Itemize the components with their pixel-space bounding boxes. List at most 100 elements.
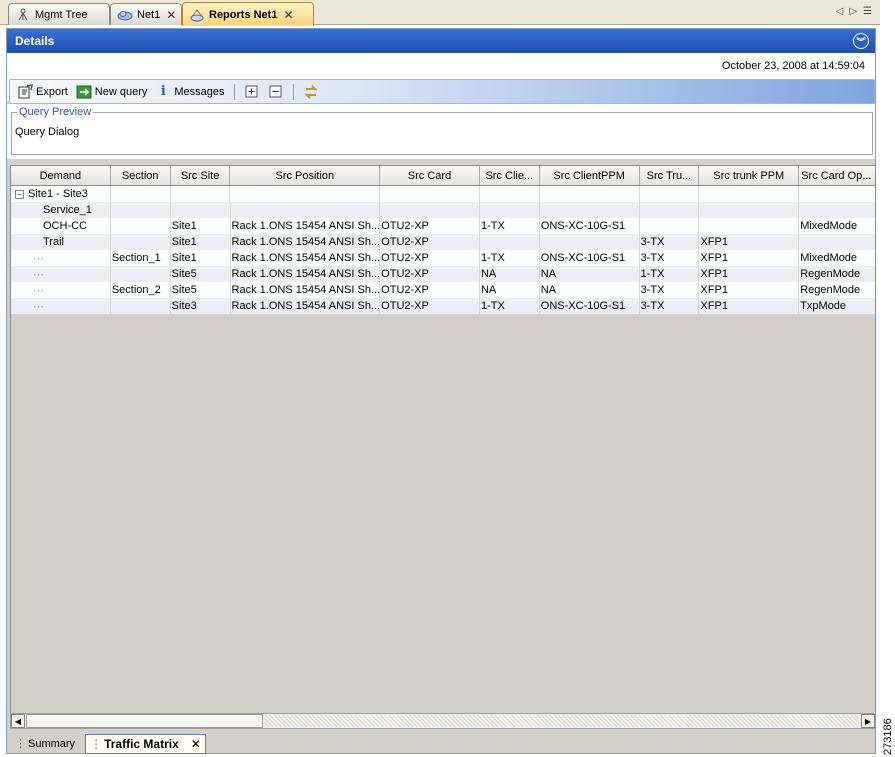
table-row[interactable]: − Site1 - Site3 (11, 186, 875, 202)
collapse-icon[interactable]: ︾ (853, 33, 869, 49)
src-card-cell: OTU2-XP (380, 282, 480, 298)
query-preview-legend: Query Preview (17, 106, 94, 118)
table-row[interactable]: ⋯ Site5 Rack 1.ONS 15454 ANSI Sh... OTU2… (11, 266, 875, 282)
src-trunk-ppm-cell: XFP1 (699, 266, 800, 282)
column-header-demand[interactable]: Demand (11, 166, 111, 185)
src-client-ppm-cell: NA (540, 282, 640, 298)
scrollbar-thumb[interactable] (26, 714, 263, 728)
src-site-cell (171, 202, 231, 218)
column-header-src-client[interactable]: Src Clie... (480, 166, 540, 185)
src-card-cell (380, 186, 480, 202)
expand-all-icon (244, 84, 260, 100)
report-timestamp: October 23, 2008 at 14:59:04 (721, 60, 865, 72)
traffic-matrix-table: Demand Section Src Site Src Position Src… (10, 165, 876, 721)
src-site-cell: Site3 (171, 298, 231, 314)
src-trunk-cell: 3-TX (640, 250, 700, 266)
table-header: Demand Section Src Site Src Position Src… (11, 166, 875, 186)
export-button[interactable]: Export (14, 82, 71, 102)
tab-navigation: ◁ ▷ ☰ (836, 6, 872, 17)
report-toolbar: Export New query i Messages (9, 79, 875, 104)
reports-panel: Details ︾ October 23, 2008 at 14:59:04 E… (6, 28, 876, 754)
section-cell (111, 202, 171, 218)
new-query-button[interactable]: New query (73, 82, 151, 102)
column-header-section[interactable]: Section (111, 166, 171, 185)
scroll-right-icon[interactable]: ▷ (849, 6, 857, 17)
info-icon: i (160, 84, 166, 99)
src-client-cell: NA (480, 266, 540, 282)
src-trunk-cell: 1-TX (640, 266, 700, 282)
src-card-cell: OTU2-XP (380, 234, 480, 250)
tree-connector: ⋯ (11, 298, 111, 314)
scroll-left-icon[interactable]: ◁ (836, 6, 844, 17)
figure-code: 273186 (882, 718, 894, 755)
src-client-cell (480, 202, 540, 218)
horizontal-scrollbar[interactable]: ◀ ▶ (10, 713, 876, 729)
src-card-op-cell: RegenMode (800, 268, 861, 280)
table-row[interactable]: OCH-CC Site1 Rack 1.ONS 15454 ANSI Sh...… (11, 218, 875, 234)
details-title: Details (15, 34, 55, 48)
close-icon[interactable]: ✕ (283, 8, 293, 22)
collapse-all-icon (268, 84, 284, 100)
tab-label: Reports Net1 (209, 8, 278, 21)
table-row[interactable]: ⋯ Site3 Rack 1.ONS 15454 ANSI Sh... OTU2… (11, 298, 875, 314)
table-row[interactable]: Service_1 (11, 202, 875, 218)
tree-connector: ⋯ (11, 282, 111, 298)
column-header-src-card[interactable]: Src Card (380, 166, 480, 185)
src-client-cell: 1-TX (480, 298, 540, 314)
sync-button[interactable] (300, 82, 322, 102)
details-header: Details ︾ (7, 29, 875, 53)
section-cell (111, 218, 171, 234)
messages-button[interactable]: i Messages (152, 82, 227, 102)
collapse-all-button[interactable] (265, 82, 287, 102)
src-client-cell: 1-TX (480, 218, 540, 234)
table-row[interactable]: Trail Site1 Rack 1.ONS 15454 ANSI Sh... … (11, 234, 875, 250)
editor-tab-strip: Mgmt Tree Net1 ✕ Reports Net1 ✕ ◁ ▷ ☰ (0, 0, 880, 26)
src-client-ppm-cell (540, 234, 640, 250)
column-header-src-card-op[interactable]: Src Card Op... (799, 166, 875, 185)
section-cell: Section_1 (111, 250, 171, 266)
src-position-cell: Rack 1.ONS 15454 ANSI Sh... (231, 218, 381, 234)
src-site-cell: Site1 (171, 218, 231, 234)
src-position-cell (231, 202, 381, 218)
tree-connector: ⋯ (11, 250, 111, 266)
tab-net1[interactable]: Net1 ✕ (110, 3, 182, 25)
src-client-ppm-cell: ONS-XC-10G-S1 (540, 218, 640, 234)
column-header-src-client-ppm[interactable]: Src ClientPPM (540, 166, 640, 185)
tab-summary[interactable]: ⋮ Summary (11, 735, 79, 752)
close-icon[interactable]: ✕ (191, 737, 201, 751)
table-row[interactable]: ⋯ Section_1 Site1 Rack 1.ONS 15454 ANSI … (11, 250, 875, 266)
src-trunk-ppm-cell (699, 202, 800, 218)
scrollbar-track[interactable] (264, 715, 859, 727)
src-card-cell (380, 202, 480, 218)
expand-all-button[interactable] (241, 82, 263, 102)
column-header-src-position[interactable]: Src Position (230, 166, 381, 185)
table-row[interactable]: ⋯ Section_2 Site5 Rack 1.ONS 15454 ANSI … (11, 282, 875, 298)
src-client-cell: 1-TX (480, 250, 540, 266)
src-trunk-cell: 3-TX (640, 282, 700, 298)
src-client-ppm-cell (540, 186, 640, 202)
reports-icon (189, 8, 205, 22)
src-client-cell (480, 186, 540, 202)
section-cell (111, 234, 171, 250)
toolbar-separator (233, 83, 235, 100)
sync-arrows-icon (303, 84, 319, 100)
tab-reports-net1[interactable]: Reports Net1 ✕ (182, 2, 314, 26)
scroll-right-arrow-icon[interactable]: ▶ (861, 714, 875, 728)
tab-traffic-matrix[interactable]: ⋮ Traffic Matrix ✕ (85, 733, 206, 754)
tab-list-icon[interactable]: ☰ (863, 6, 872, 17)
query-preview-group: Query Preview Query Dialog (11, 106, 873, 155)
column-header-src-trunk[interactable]: Src Tru... (640, 166, 700, 185)
column-header-src-site[interactable]: Src Site (171, 166, 231, 185)
scroll-left-arrow-icon[interactable]: ◀ (11, 714, 25, 728)
tab-mgmt-tree[interactable]: Mgmt Tree (8, 3, 110, 25)
src-card-op-cell: MixedMode (800, 220, 858, 232)
src-client-ppm-cell: ONS-XC-10G-S1 (540, 250, 640, 266)
src-position-cell: Rack 1.ONS 15454 ANSI Sh... (231, 234, 381, 250)
src-trunk-cell: 3-TX (640, 298, 700, 314)
close-icon[interactable]: ✕ (166, 8, 176, 22)
src-trunk-cell: 3-TX (640, 234, 700, 250)
tree-collapse-icon[interactable]: − (15, 189, 24, 199)
src-client-ppm-cell: NA (540, 266, 640, 282)
src-position-cell: Rack 1.ONS 15454 ANSI Sh... (231, 298, 381, 314)
column-header-src-trunk-ppm[interactable]: Src trunk PPM (699, 166, 800, 185)
